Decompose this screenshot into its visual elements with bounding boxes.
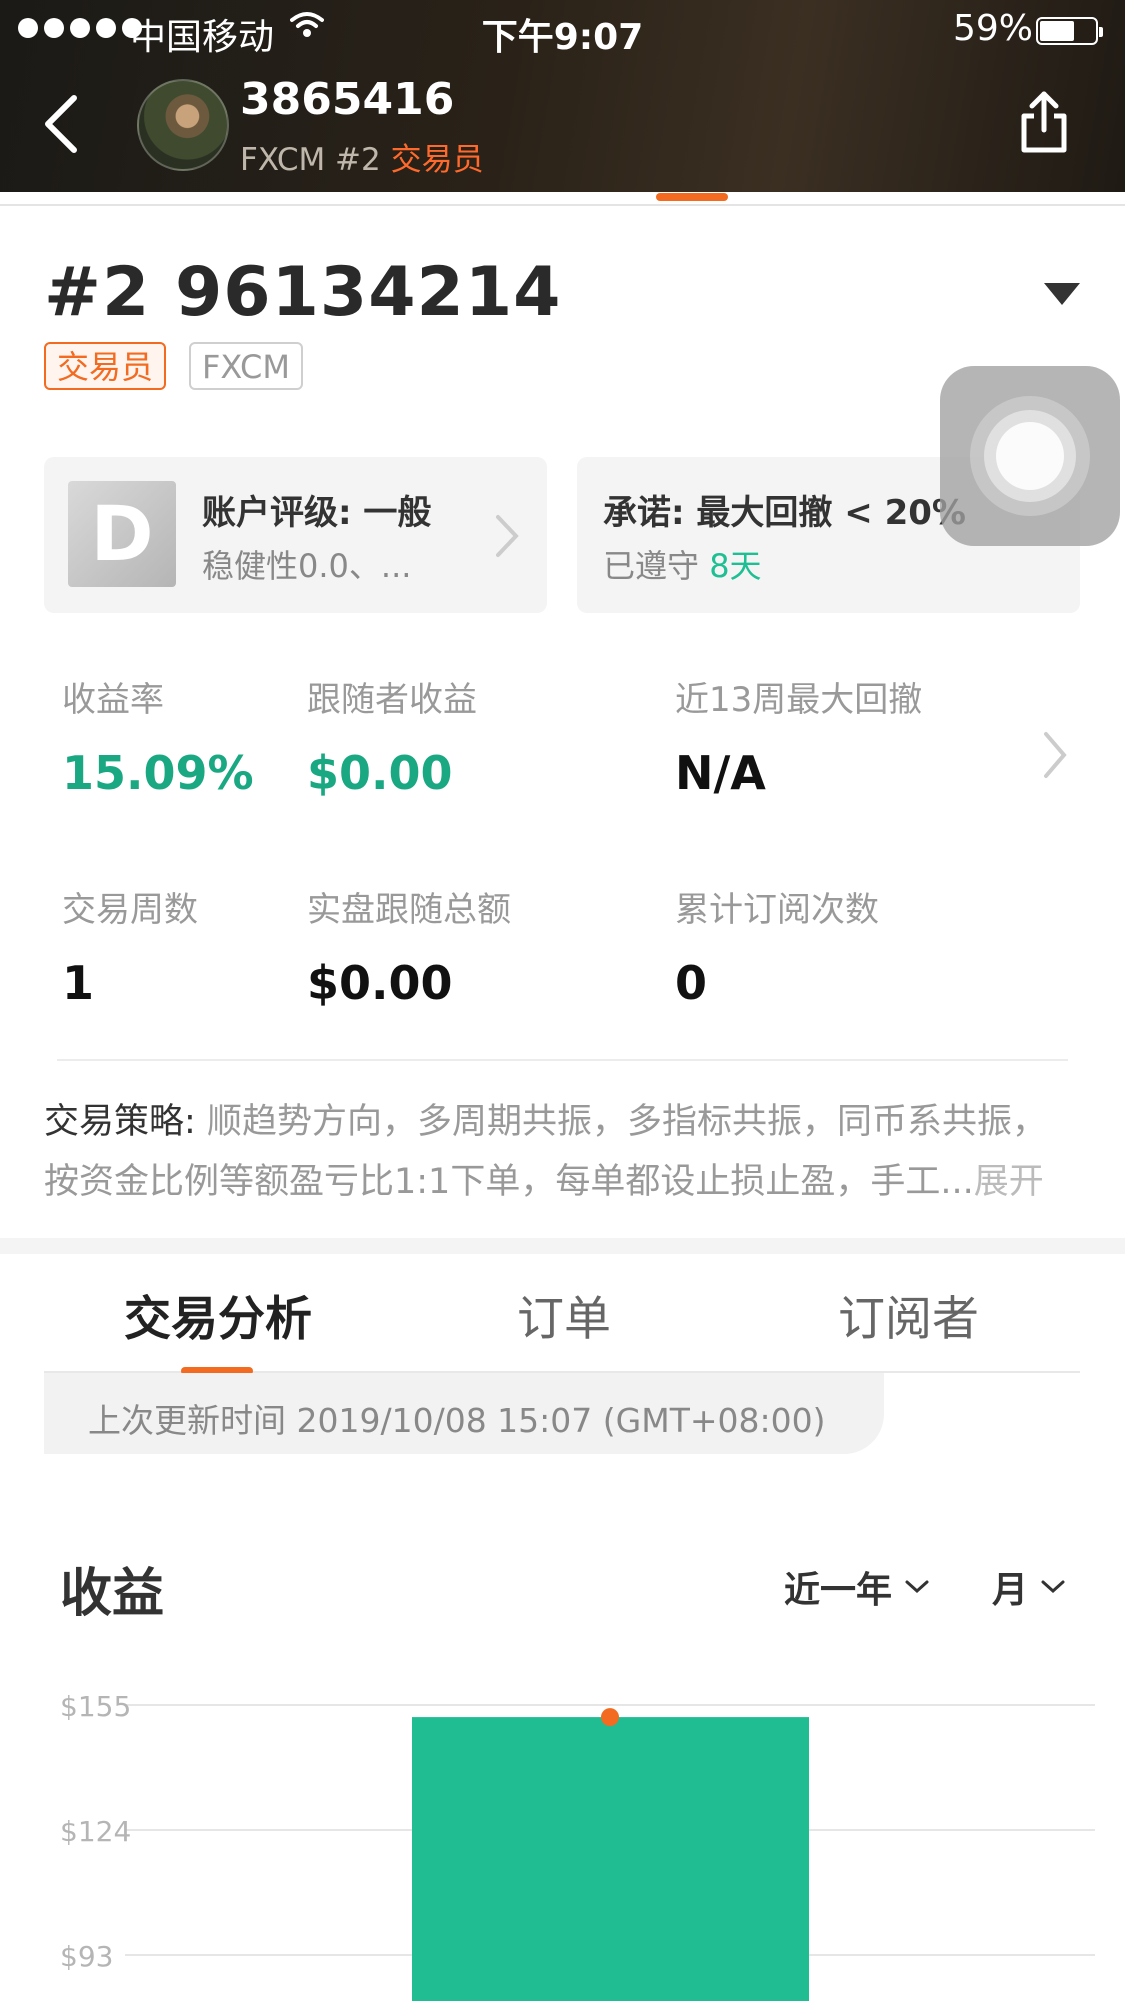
promise-title: 承诺: 最大回撤 < 20% bbox=[603, 493, 966, 533]
earnings-bar-chart: $155 $124 $93 bbox=[60, 1690, 1095, 2001]
status-bar: 中国移动 下午9:07 59% bbox=[0, 0, 1125, 60]
section-gap bbox=[0, 1238, 1125, 1254]
stat-value-follow-total: $0.00 bbox=[307, 956, 453, 1010]
rating-subtitle: 稳健性0.0、... bbox=[202, 547, 412, 585]
profile-subtitle: FXCM #2 交易员 bbox=[240, 134, 484, 179]
stat-value-subscriptions: 0 bbox=[675, 956, 708, 1010]
promise-subtitle: 已遵守 8天 bbox=[603, 541, 762, 587]
broker-account: FXCM #2 bbox=[240, 142, 381, 178]
y-tick-label: $93 bbox=[60, 1940, 113, 1973]
last-update-text: 上次更新时间 2019/10/08 15:07 (GMT+08:00) bbox=[88, 1401, 826, 1440]
profile-header: 中国移动 下午9:07 59% 3865416 FXCM #2 交易员 bbox=[0, 0, 1125, 192]
stat-value-follower-profit: $0.00 bbox=[307, 746, 453, 800]
tab-orders[interactable]: 订单 bbox=[517, 1280, 611, 1349]
tab-subscribers[interactable]: 订阅者 bbox=[838, 1280, 979, 1349]
promise-days: 8天 bbox=[709, 547, 762, 585]
period-filter-dropdown[interactable]: 近一年 bbox=[784, 1561, 930, 1613]
tag-trader: 交易员 bbox=[44, 342, 167, 390]
header-divider bbox=[0, 204, 1125, 206]
back-arrow-icon[interactable] bbox=[38, 88, 88, 158]
role-label: 交易员 bbox=[390, 142, 484, 178]
chart-point-marker bbox=[601, 1708, 619, 1727]
account-dropdown-icon[interactable] bbox=[1044, 283, 1080, 305]
account-title: #2 96134214 bbox=[44, 253, 562, 332]
strategy-description: 交易策略: 顺趋势方向，多周期共振，多指标共振，同币系共振， 按资金比例等额盈亏… bbox=[44, 1092, 1084, 1212]
grade-badge: D bbox=[68, 481, 176, 587]
stat-label-trading-weeks: 交易周数 bbox=[62, 890, 198, 930]
strategy-expand-link[interactable]: 展开 bbox=[974, 1162, 1044, 1202]
battery-icon bbox=[1036, 17, 1103, 45]
tag-broker: FXCM bbox=[189, 342, 303, 390]
chevron-right-icon bbox=[496, 515, 519, 557]
strategy-line-2: 按资金比例等额盈亏比1:1下单，每单都设止损止盈，手工... bbox=[44, 1162, 974, 1202]
profile-username: 3865416 bbox=[240, 74, 455, 125]
chevron-down-icon bbox=[1041, 1580, 1065, 1594]
chart-bar[interactable] bbox=[412, 1717, 809, 2001]
y-tick-label: $124 bbox=[60, 1815, 131, 1848]
stat-label-follow-total: 实盘跟随总额 bbox=[307, 890, 511, 930]
stat-label-return-rate: 收益率 bbox=[62, 680, 164, 720]
interval-filter-dropdown[interactable]: 月 bbox=[992, 1561, 1066, 1613]
tab-trade-analysis[interactable]: 交易分析 bbox=[124, 1280, 312, 1349]
stat-label-follower-profit: 跟随者收益 bbox=[307, 680, 477, 720]
stats-chevron-right-icon[interactable] bbox=[1040, 730, 1070, 780]
last-update-bar: 上次更新时间 2019/10/08 15:07 (GMT+08:00) bbox=[44, 1373, 884, 1454]
promise-compliance-label: 已遵守 bbox=[603, 547, 700, 585]
header-scroll-indicator bbox=[656, 193, 728, 201]
chevron-down-icon bbox=[905, 1580, 929, 1594]
stat-value-return-rate: 15.09% bbox=[62, 746, 254, 800]
strategy-label: 交易策略: bbox=[44, 1102, 196, 1142]
account-rating-card[interactable]: D 账户评级: 一般 稳健性0.0、... bbox=[44, 457, 547, 613]
assistive-touch-button[interactable] bbox=[940, 366, 1120, 546]
share-icon[interactable] bbox=[1016, 88, 1072, 158]
period-filter-label: 近一年 bbox=[784, 1570, 893, 1611]
strategy-line-1: 顺趋势方向，多周期共振，多指标共振，同币系共振， bbox=[206, 1102, 1047, 1142]
avatar[interactable] bbox=[137, 79, 229, 171]
stat-value-max-drawdown: N/A bbox=[675, 746, 766, 800]
y-tick-label: $155 bbox=[60, 1690, 131, 1723]
battery-percent: 59% bbox=[953, 8, 1034, 49]
stats-divider bbox=[57, 1059, 1068, 1061]
interval-filter-label: 月 bbox=[992, 1570, 1029, 1611]
stat-label-max-drawdown: 近13周最大回撤 bbox=[675, 680, 923, 720]
earnings-title: 收益 bbox=[60, 1564, 165, 1624]
rating-title: 账户评级: 一般 bbox=[202, 493, 432, 533]
stat-label-subscriptions: 累计订阅次数 bbox=[675, 890, 879, 930]
stat-value-trading-weeks: 1 bbox=[62, 956, 95, 1010]
